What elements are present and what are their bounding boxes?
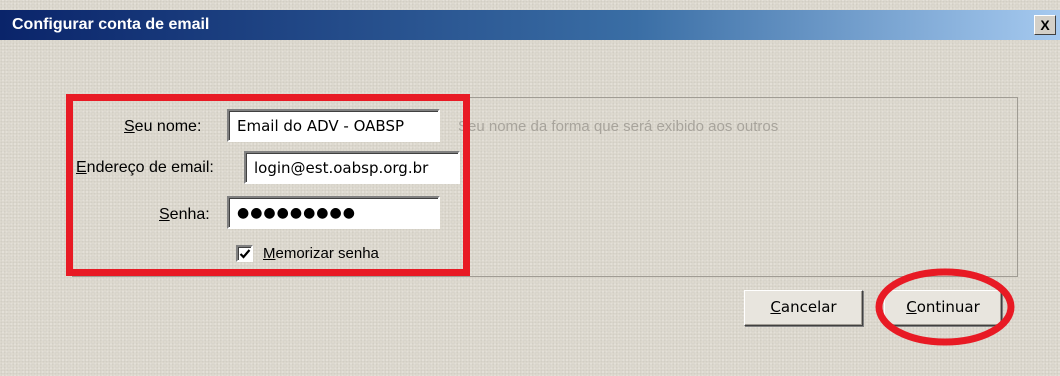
remember-password-label[interactable]: Memorizar senha bbox=[263, 245, 379, 262]
continue-button[interactable]: Continuar bbox=[884, 290, 1002, 326]
name-label: Seu nome: bbox=[124, 118, 202, 135]
dialog-title: Configurar conta de email bbox=[12, 16, 210, 33]
email-label: Endereço de email: bbox=[76, 159, 214, 176]
close-button[interactable]: X bbox=[1034, 15, 1056, 35]
checkmark-icon bbox=[239, 249, 251, 259]
password-label: Senha: bbox=[159, 206, 210, 223]
password-input[interactable]: ●●●●●●●●● bbox=[227, 196, 440, 229]
cancel-button[interactable]: Cancelar bbox=[744, 290, 863, 326]
email-input[interactable]: login@est.oabsp.org.br bbox=[244, 151, 460, 184]
email-account-setup-dialog: Configurar conta de email X Seu nome: Em… bbox=[0, 0, 1060, 376]
name-input[interactable]: Email do ADV - OABSP bbox=[227, 109, 440, 142]
name-hint: Seu nome da forma que será exibido aos o… bbox=[458, 118, 779, 135]
title-bar[interactable]: Configurar conta de email X bbox=[0, 10, 1060, 40]
close-icon: X bbox=[1040, 17, 1050, 33]
remember-password-checkbox[interactable] bbox=[236, 245, 253, 262]
